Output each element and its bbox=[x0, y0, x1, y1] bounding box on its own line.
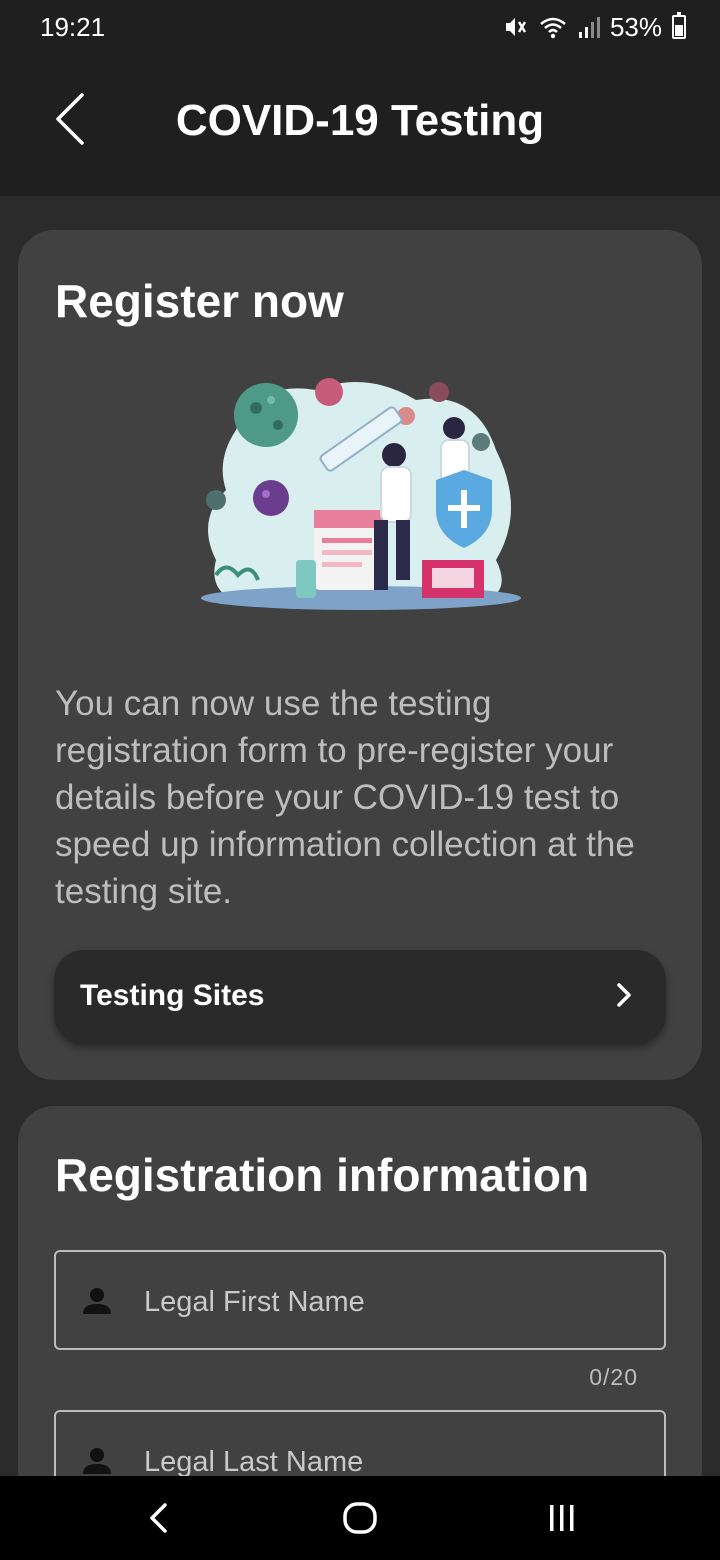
testing-sites-label: Testing Sites bbox=[80, 979, 265, 1012]
status-icons: 53% bbox=[502, 10, 686, 44]
recent-apps-icon bbox=[550, 1505, 574, 1531]
first-name-counter: 0/20 bbox=[589, 1364, 638, 1390]
battery-percent: 53% bbox=[609, 11, 662, 42]
page-title: COVID-19 Testing bbox=[175, 96, 545, 145]
system-nav-bar bbox=[0, 1476, 720, 1560]
testing-sites-button[interactable]: Testing Sites bbox=[54, 950, 666, 1044]
nav-back-button[interactable] bbox=[118, 1490, 198, 1546]
status-bar: 19:21 53% bbox=[0, 0, 720, 54]
battery-level bbox=[675, 25, 683, 36]
covid-testing-illustration bbox=[201, 378, 521, 610]
status-time: 19:21 bbox=[40, 12, 106, 42]
register-description: You can now use the testing registration… bbox=[55, 684, 635, 911]
registration-heading: Registration information bbox=[55, 1149, 590, 1201]
person-icon bbox=[83, 1288, 111, 1314]
app-bar: COVID-19 Testing bbox=[0, 54, 720, 196]
chevron-right-icon bbox=[617, 983, 631, 1007]
register-card: Register now You can now use the testing… bbox=[18, 230, 702, 1080]
first-name-input[interactable] bbox=[144, 1282, 644, 1322]
person-icon bbox=[83, 1448, 111, 1474]
home-icon bbox=[343, 1502, 377, 1534]
nav-recent-button[interactable] bbox=[522, 1490, 602, 1546]
back-icon bbox=[150, 1503, 167, 1533]
battery-icon bbox=[672, 12, 686, 39]
mute-icon bbox=[505, 18, 527, 36]
signal-icon bbox=[578, 17, 600, 38]
wifi-icon bbox=[540, 17, 566, 39]
nav-home-button[interactable] bbox=[320, 1490, 400, 1546]
register-heading: Register now bbox=[55, 275, 344, 327]
first-name-field[interactable] bbox=[54, 1250, 666, 1350]
